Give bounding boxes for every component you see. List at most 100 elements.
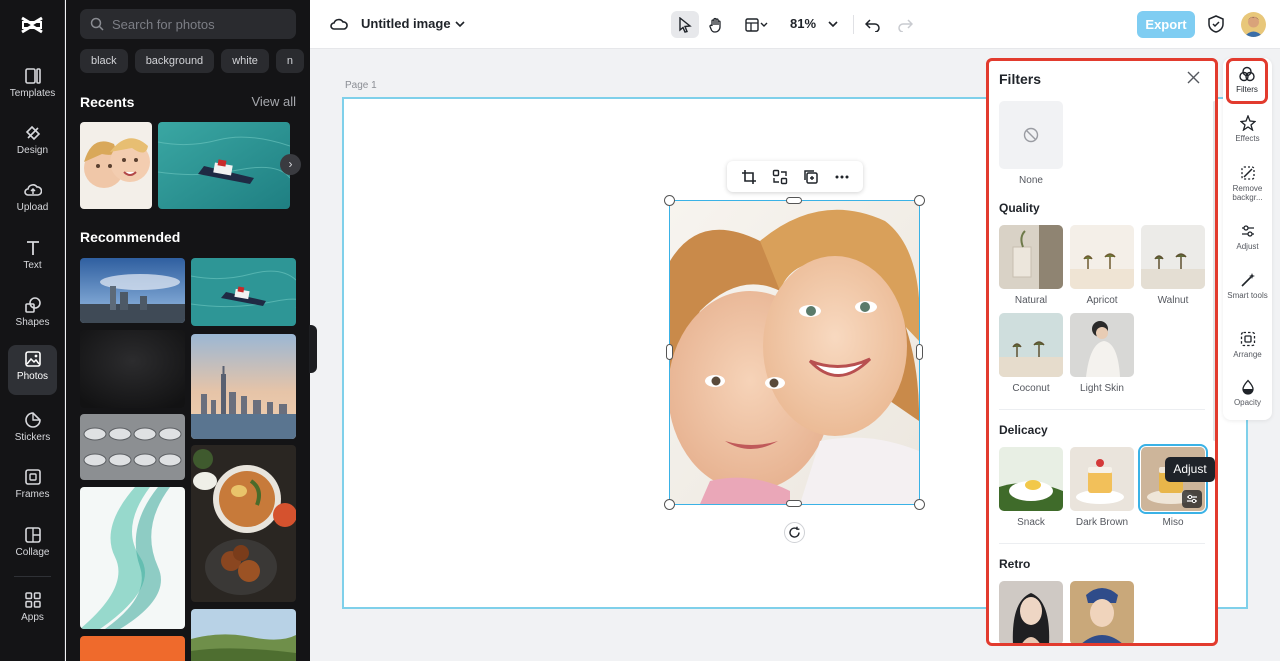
filter-none[interactable]: None (999, 101, 1063, 186)
sidebar-item-shapes[interactable]: Shapes (8, 291, 57, 341)
undo-button[interactable] (859, 11, 887, 38)
panel-collapse-handle[interactable] (309, 325, 317, 373)
sidebar-item-frames[interactable]: Frames (8, 463, 57, 513)
filter-walnut[interactable]: Walnut (1141, 225, 1205, 306)
filters-scrollbar[interactable] (1213, 101, 1215, 441)
sidebar-item-label: Apps (21, 612, 44, 623)
sidebar-item-design[interactable]: Design (8, 119, 57, 169)
recommended-photo-city-sky[interactable] (80, 258, 185, 323)
filters-divider (999, 543, 1205, 544)
filter-dark-brown[interactable]: Dark Brown (1070, 447, 1134, 528)
left-nav-rail: Templates Design Upload Text Shapes Phot… (0, 0, 65, 661)
sidebar-item-photos[interactable]: Photos (8, 345, 57, 395)
filter-coconut[interactable]: Coconut (999, 313, 1063, 394)
cursor-icon (679, 16, 692, 33)
filter-retro-1[interactable] (999, 581, 1063, 643)
recommended-photo-skyline[interactable] (191, 334, 296, 439)
zoom-chevron-down-icon[interactable] (828, 20, 838, 28)
chip-black[interactable]: black (80, 49, 128, 73)
sidebar-item-apps[interactable]: Apps (8, 586, 57, 636)
duplicate-icon[interactable] (803, 169, 819, 185)
prop-item-opacity[interactable]: Opacity (1223, 379, 1272, 407)
recommended-photo-orange[interactable] (80, 636, 185, 661)
search-input[interactable] (112, 16, 282, 32)
recommended-photo-boat[interactable] (191, 258, 296, 326)
filter-apricot[interactable]: Apricot (1070, 225, 1134, 306)
prop-item-filters[interactable]: Filters (1226, 58, 1268, 104)
photos-icon (24, 351, 41, 367)
recommended-photo-countryside[interactable] (191, 609, 296, 661)
photos-panel: black background white n Recents View al… (66, 0, 310, 661)
rotate-handle[interactable] (784, 522, 805, 543)
recents-title: Recents (80, 94, 135, 110)
selected-image[interactable] (669, 200, 920, 505)
view-all-link[interactable]: View all (251, 94, 296, 109)
prop-item-remove-background[interactable]: Remove backgr... (1223, 165, 1272, 202)
templates-icon (24, 68, 41, 84)
filter-adjust-button[interactable] (1182, 490, 1202, 508)
resize-handle-bottom-right[interactable] (914, 499, 925, 510)
filter-natural[interactable]: Natural (999, 225, 1063, 306)
document-title[interactable]: Untitled image (361, 16, 451, 31)
resize-handle-left[interactable] (666, 344, 673, 360)
redo-button[interactable] (891, 11, 919, 38)
filters-icon (1239, 66, 1255, 82)
arrange-icon (1240, 331, 1255, 347)
resize-handle-top-right[interactable] (914, 195, 925, 206)
apps-icon (24, 592, 41, 608)
resize-handle-bottom[interactable] (786, 500, 802, 507)
crop-icon[interactable] (741, 169, 757, 185)
resize-handle-top-left[interactable] (664, 195, 675, 206)
chip-white[interactable]: white (221, 49, 269, 73)
chip-background[interactable]: background (134, 49, 215, 73)
filters-panel: Filters None Quality Natural Apricot Wal… (986, 58, 1218, 646)
layout-tool-button[interactable] (738, 11, 776, 38)
effects-icon (1239, 115, 1256, 131)
hand-icon (709, 17, 721, 33)
properties-rail: Filters Effects Remove backgr... Adjust … (1223, 58, 1272, 420)
more-options-icon[interactable] (834, 169, 850, 185)
hand-tool-button[interactable] (702, 11, 730, 38)
user-avatar[interactable] (1241, 12, 1266, 37)
prop-item-smart-tools[interactable]: Smart tools (1223, 272, 1272, 300)
shield-icon[interactable] (1208, 15, 1224, 33)
adjust-icon (1241, 225, 1254, 237)
resize-handle-bottom-left[interactable] (664, 499, 675, 510)
sidebar-item-label: Design (16, 145, 49, 156)
recommended-photo-teal-wave[interactable] (80, 487, 185, 629)
prop-item-arrange[interactable]: Arrange (1223, 331, 1272, 359)
filter-light-skin[interactable]: Light Skin (1070, 313, 1134, 394)
recommended-photo-dishes[interactable] (80, 414, 185, 480)
recent-photo-boat[interactable] (158, 122, 290, 209)
sidebar-item-collage[interactable]: Collage (8, 521, 57, 571)
layout-icon (745, 17, 768, 32)
sidebar-item-stickers[interactable]: Stickers (8, 406, 57, 456)
prop-item-adjust[interactable]: Adjust (1223, 223, 1272, 251)
recents-next-button[interactable]: › (280, 154, 301, 175)
prop-item-effects[interactable]: Effects (1223, 115, 1272, 143)
upload-icon (23, 184, 42, 196)
top-toolbar: Untitled image 81% Export (310, 0, 1280, 49)
chip-more[interactable]: n (275, 49, 304, 73)
sidebar-item-upload[interactable]: Upload (8, 176, 57, 226)
recommended-photo-ramen[interactable] (191, 445, 296, 602)
recommended-photo-dark-texture[interactable] (80, 330, 185, 408)
photo-search-box[interactable] (80, 9, 296, 39)
export-button[interactable]: Export (1137, 11, 1195, 38)
close-icon[interactable] (1187, 71, 1200, 84)
cloud-sync-icon[interactable] (330, 16, 348, 32)
capcut-logo-icon[interactable] (19, 12, 45, 38)
filters-divider (999, 409, 1205, 410)
chevron-down-icon[interactable] (455, 20, 465, 28)
zoom-level[interactable]: 81% (790, 16, 816, 31)
sidebar-item-text[interactable]: Text (8, 234, 57, 284)
select-tool-button[interactable] (671, 11, 699, 38)
filter-retro-2[interactable] (1070, 581, 1134, 643)
recent-photo-kids[interactable] (80, 122, 152, 209)
resize-handle-top[interactable] (786, 197, 802, 204)
filter-snack[interactable]: Snack (999, 447, 1063, 528)
sidebar-item-templates[interactable]: Templates (8, 62, 57, 112)
replace-icon[interactable] (772, 169, 788, 185)
resize-handle-right[interactable] (916, 344, 923, 360)
opacity-icon (1241, 379, 1254, 395)
